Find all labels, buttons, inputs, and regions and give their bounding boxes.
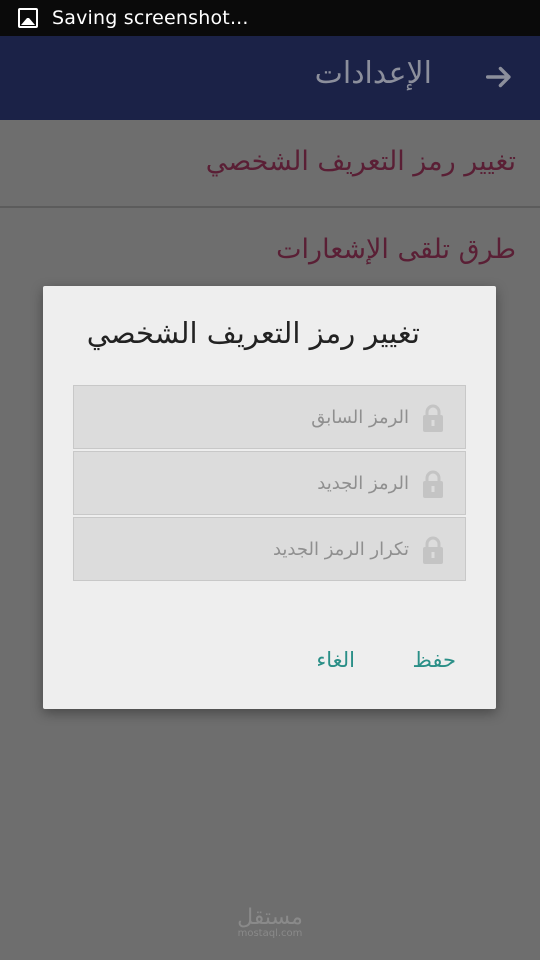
lock-icon: [423, 470, 443, 498]
save-button[interactable]: حفظ: [412, 648, 456, 672]
watermark-logo: مستقل: [237, 905, 303, 930]
lock-icon: [423, 404, 443, 432]
arrow-right-icon[interactable]: [482, 60, 516, 94]
confirm-pin-field[interactable]: [73, 517, 466, 581]
settings-item-notifications[interactable]: طرق تلقى الإشعارات: [0, 208, 540, 298]
app-bar: الإعدادات: [0, 36, 540, 120]
lock-icon: [423, 536, 443, 564]
new-pin-input[interactable]: [109, 452, 409, 514]
settings-item-label: تغيير رمز التعريف الشخصي: [205, 146, 516, 177]
settings-item-change-pin[interactable]: تغيير رمز التعريف الشخصي: [0, 120, 540, 208]
confirm-pin-input[interactable]: [109, 518, 409, 580]
new-pin-field[interactable]: [73, 451, 466, 515]
watermark-url: mostaql.com: [237, 928, 303, 939]
cancel-button[interactable]: الغاء: [316, 648, 355, 672]
status-bar: Saving screenshot...: [0, 0, 540, 36]
previous-pin-field[interactable]: [73, 385, 466, 449]
change-pin-dialog: تغيير رمز التعريف الشخصي حفظ الغاء: [43, 286, 496, 709]
image-icon: [18, 8, 38, 28]
page-title: الإعدادات: [314, 56, 432, 91]
dialog-title: تغيير رمز التعريف الشخصي: [86, 316, 420, 350]
previous-pin-input[interactable]: [109, 386, 409, 448]
status-text: Saving screenshot...: [52, 7, 249, 29]
watermark: مستقل mostaql.com: [0, 905, 540, 939]
settings-item-label: طرق تلقى الإشعارات: [276, 234, 516, 265]
